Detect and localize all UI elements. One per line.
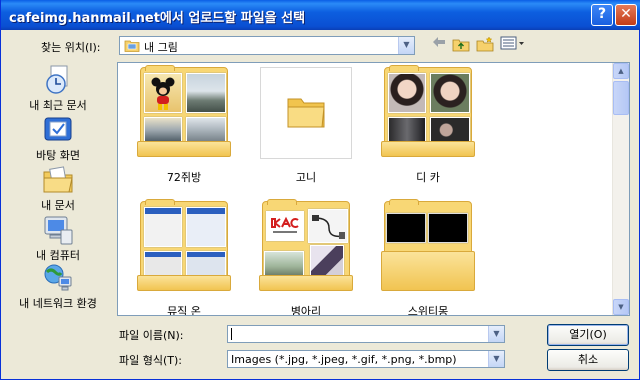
close-button[interactable]: ✕ bbox=[615, 4, 637, 26]
place-label: 내 최근 문서 bbox=[29, 99, 87, 112]
up-folder-icon[interactable] bbox=[451, 36, 471, 54]
vertical-scrollbar[interactable]: ▲ ▼ bbox=[612, 63, 629, 315]
scroll-thumb[interactable] bbox=[613, 81, 629, 115]
folder-thumbnail bbox=[258, 65, 354, 161]
file-open-dialog: cafeimg.hanmail.net에서 업로드할 파일을 선택 ? ✕ 찾는… bbox=[0, 0, 640, 380]
my-documents-icon bbox=[43, 166, 73, 193]
views-menu-icon[interactable] bbox=[499, 36, 525, 54]
title-bar[interactable]: cafeimg.hanmail.net에서 업로드할 파일을 선택 ? ✕ bbox=[1, 0, 640, 30]
folder-thumbnail bbox=[258, 199, 354, 295]
desktop-icon bbox=[44, 117, 72, 141]
folder-thumbnail bbox=[136, 199, 232, 295]
folder-item[interactable]: 뮤직 온 bbox=[128, 199, 240, 316]
back-arrow-icon[interactable] bbox=[429, 36, 449, 54]
folder-name: 스위티몽 bbox=[407, 305, 449, 316]
folder-thumbnail bbox=[380, 199, 476, 295]
place-network[interactable]: 내 네트워크 환경 bbox=[6, 262, 110, 311]
mickey-figure-icon bbox=[151, 77, 175, 110]
look-in-combo[interactable]: 내 그림 ▼ bbox=[119, 36, 415, 55]
folder-name: 고니 bbox=[295, 171, 317, 184]
folder-thumbnail bbox=[136, 65, 232, 161]
folder-item[interactable]: 고니 bbox=[250, 65, 362, 185]
place-my-computer[interactable]: 내 컴퓨터 bbox=[6, 214, 110, 263]
folder-item[interactable]: 디 카 bbox=[372, 65, 484, 185]
chevron-down-icon[interactable]: ▼ bbox=[398, 37, 414, 54]
folder-thumbnail bbox=[380, 65, 476, 161]
place-label: 내 컴퓨터 bbox=[36, 249, 80, 262]
folder-item[interactable]: 스위티몽 bbox=[372, 199, 484, 316]
folder-item[interactable]: 72쥐방 bbox=[128, 65, 240, 185]
filename-label: 파일 이름(N): bbox=[119, 329, 184, 342]
place-desktop[interactable]: 바탕 화면 bbox=[6, 114, 110, 163]
places-bar: 내 최근 문서 바탕 화면 내 문서 내 컴퓨터 내 네트워크 환경 bbox=[6, 62, 110, 320]
filename-input[interactable]: ▼ bbox=[227, 325, 505, 343]
filetype-label: 파일 형식(T): bbox=[119, 354, 182, 367]
window-title: cafeimg.hanmail.net에서 업로드할 파일을 선택 bbox=[9, 11, 306, 26]
place-my-documents[interactable]: 내 문서 bbox=[6, 164, 110, 213]
folder-icon bbox=[287, 98, 325, 128]
look-in-label: 찾는 위치(I): bbox=[41, 41, 101, 54]
place-label: 바탕 화면 bbox=[36, 149, 80, 162]
recent-documents-icon bbox=[46, 65, 68, 94]
filetype-value: Images (*.jpg, *.jpeg, *.gif, *.png, *.b… bbox=[231, 353, 457, 366]
place-recent-documents[interactable]: 내 최근 문서 bbox=[6, 64, 110, 113]
cancel-button[interactable]: 취소 bbox=[547, 349, 629, 371]
new-folder-icon[interactable] bbox=[475, 36, 495, 54]
chevron-down-icon[interactable]: ▼ bbox=[488, 351, 504, 367]
place-label: 내 문서 bbox=[41, 199, 75, 212]
place-label: 내 네트워크 환경 bbox=[19, 297, 97, 310]
cable-icon bbox=[312, 215, 345, 239]
chevron-down-icon[interactable]: ▼ bbox=[488, 326, 504, 342]
kac-logo-icon bbox=[271, 216, 299, 233]
my-computer-icon bbox=[44, 216, 73, 245]
help-button[interactable]: ? bbox=[591, 4, 613, 26]
folder-name: 병아리 bbox=[290, 305, 322, 316]
text-caret bbox=[231, 328, 232, 340]
file-list[interactable]: 72쥐방 고니 디 카 뮤직 온 병아리 스위티몽 ▲ ▼ bbox=[117, 62, 630, 316]
filetype-select[interactable]: Images (*.jpg, *.jpeg, *.gif, *.png, *.b… bbox=[227, 350, 505, 368]
folder-item[interactable]: 병아리 bbox=[250, 199, 362, 316]
scroll-up-button[interactable]: ▲ bbox=[613, 63, 629, 79]
pictures-folder-icon bbox=[124, 40, 140, 52]
look-in-value: 내 그림 bbox=[144, 41, 178, 54]
folder-name: 72쥐방 bbox=[166, 171, 202, 184]
scroll-down-button[interactable]: ▼ bbox=[613, 299, 629, 315]
folder-name: 뮤직 온 bbox=[167, 305, 201, 316]
open-button[interactable]: 열기(O) bbox=[547, 324, 629, 346]
folder-name: 디 카 bbox=[416, 171, 440, 184]
network-places-icon bbox=[44, 264, 72, 291]
